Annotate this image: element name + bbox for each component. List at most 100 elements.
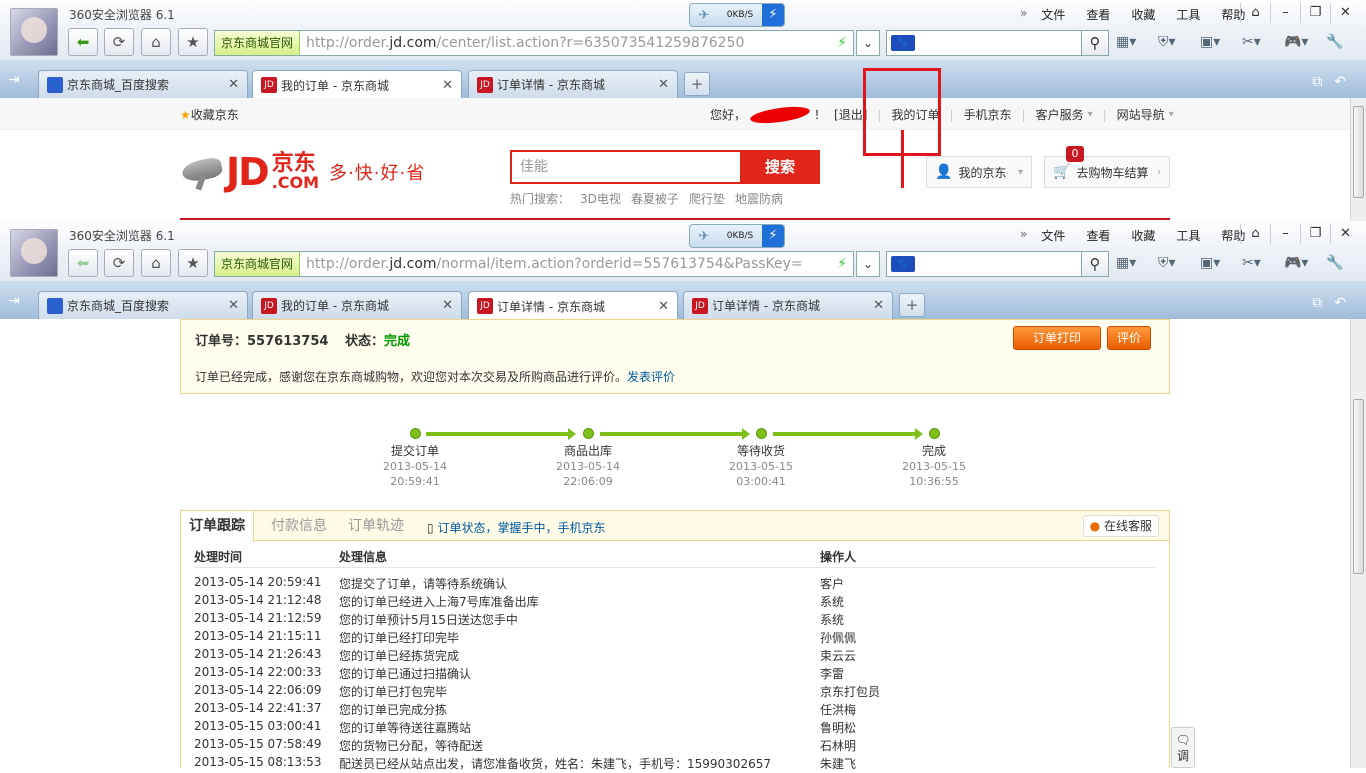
screenshot-icon[interactable]: ✂▾ bbox=[1242, 34, 1284, 50]
review-link[interactable]: 发表评价 bbox=[627, 370, 675, 384]
skin-icon[interactable]: ⌂ bbox=[1240, 3, 1270, 23]
go-lightning-icon[interactable]: ⚡ bbox=[837, 256, 853, 272]
jd-search-input[interactable]: 佳能 bbox=[510, 150, 740, 184]
scrollbar-thumb[interactable] bbox=[1353, 399, 1364, 574]
feedback-button[interactable]: 🗨 调 bbox=[1171, 727, 1195, 768]
menu-view[interactable]: 查看 bbox=[1086, 6, 1110, 23]
tab-order-detail-2[interactable]: JD 订单详情 - 京东商城 ✕ bbox=[683, 291, 893, 319]
settings-wrench-icon[interactable]: 🔧 bbox=[1326, 255, 1366, 271]
tab-baidu-search[interactable]: 🐾 京东商城_百度搜索 ✕ bbox=[38, 291, 248, 319]
search-engine-input[interactable]: 🐾 bbox=[886, 30, 1082, 56]
more-chevron-icon[interactable]: » bbox=[1020, 6, 1027, 23]
tab-order-trace[interactable]: 订单轨迹 bbox=[340, 511, 412, 541]
lightning-icon[interactable]: ⚡ bbox=[762, 225, 784, 247]
favorite-jd-link[interactable]: ★收藏京东 bbox=[180, 106, 239, 123]
undo-close-icon[interactable]: ↶ bbox=[1334, 74, 1346, 90]
tab-order-tracking[interactable]: 订单跟踪 bbox=[181, 511, 254, 542]
site-tag[interactable]: 京东商城官网 bbox=[215, 252, 301, 276]
tab-my-orders[interactable]: JD 我的订单 - 京东商城 ✕ bbox=[252, 291, 462, 319]
shield-icon[interactable]: ⛨▾ bbox=[1158, 255, 1200, 271]
close-icon[interactable]: ✕ bbox=[658, 77, 669, 92]
close-button[interactable]: ✕ bbox=[1330, 224, 1360, 244]
menu-tools[interactable]: 工具 bbox=[1176, 227, 1200, 244]
url-text[interactable]: http://order.jd.com/normal/item.action?o… bbox=[300, 256, 820, 272]
skin-icon[interactable]: ⌂ bbox=[1240, 224, 1270, 244]
scrollbar-thumb[interactable] bbox=[1353, 106, 1364, 198]
cart-button[interactable]: 🛒 去购物车结算 › bbox=[1044, 156, 1170, 188]
hot-search-item[interactable]: 爬行垫 bbox=[689, 190, 725, 207]
favorite-star-button[interactable]: ★ bbox=[178, 249, 208, 277]
hot-search-item[interactable]: 地震防病 bbox=[735, 190, 783, 207]
window-list-icon[interactable]: ⧉ bbox=[1312, 74, 1322, 90]
review-button[interactable]: 评价 bbox=[1107, 326, 1151, 350]
back-button[interactable]: ⬅ bbox=[68, 28, 98, 56]
settings-wrench-icon[interactable]: 🔧 bbox=[1326, 34, 1366, 50]
baidu-engine-icon[interactable]: 🐾 bbox=[891, 35, 915, 51]
shield-icon[interactable]: ⛨▾ bbox=[1158, 34, 1200, 50]
more-chevron-icon[interactable]: » bbox=[1020, 227, 1027, 244]
translate-icon[interactable]: ▣▾ bbox=[1200, 255, 1242, 271]
undo-close-icon[interactable]: ↶ bbox=[1334, 295, 1346, 311]
menu-view[interactable]: 查看 bbox=[1086, 227, 1110, 244]
minimize-button[interactable]: – bbox=[1270, 3, 1300, 23]
new-tab-button[interactable]: + bbox=[684, 72, 710, 96]
favorite-star-button[interactable]: ★ bbox=[178, 28, 208, 56]
address-dropdown-button[interactable]: ⌄ bbox=[856, 251, 880, 277]
close-icon[interactable]: ✕ bbox=[228, 77, 239, 92]
new-tab-button[interactable]: + bbox=[899, 293, 925, 317]
lightning-icon[interactable]: ⚡ bbox=[762, 4, 784, 26]
apps-icon[interactable]: ▦▾ bbox=[1116, 255, 1158, 271]
jd-search-button[interactable]: 搜索 bbox=[740, 150, 820, 184]
apps-icon[interactable]: ▦▾ bbox=[1116, 34, 1158, 50]
my-jd-button[interactable]: 👤 我的京东 ▾ bbox=[926, 156, 1032, 188]
search-engine-input[interactable]: 🐾 bbox=[886, 251, 1082, 277]
search-icon[interactable]: ⚲ bbox=[1081, 30, 1109, 56]
address-bar[interactable]: 京东商城官网 http://order.jd.com/center/list.a… bbox=[214, 30, 854, 56]
address-bar[interactable]: 京东商城官网 http://order.jd.com/normal/item.a… bbox=[214, 251, 854, 277]
close-icon[interactable]: ✕ bbox=[873, 298, 884, 313]
close-icon[interactable]: ✕ bbox=[658, 299, 669, 314]
go-lightning-icon[interactable]: ⚡ bbox=[837, 35, 853, 51]
close-icon[interactable]: ✕ bbox=[228, 298, 239, 313]
menu-favorites[interactable]: 收藏 bbox=[1131, 227, 1155, 244]
tab-baidu-search[interactable]: 🐾 京东商城_百度搜索 ✕ bbox=[38, 70, 248, 98]
menu-file[interactable]: 文件 bbox=[1041, 6, 1065, 23]
back-button[interactable]: ⬅ bbox=[68, 249, 98, 277]
network-speed-widget[interactable]: ✈ 0KB/S ⚡ bbox=[689, 3, 785, 27]
menu-favorites[interactable]: 收藏 bbox=[1131, 6, 1155, 23]
close-icon[interactable]: ✕ bbox=[442, 78, 453, 93]
url-text[interactable]: http://order.jd.com/center/list.action?r… bbox=[300, 35, 820, 51]
hot-search-item[interactable]: 3D电视 bbox=[580, 190, 621, 207]
address-dropdown-button[interactable]: ⌄ bbox=[856, 30, 880, 56]
menu-file[interactable]: 文件 bbox=[1041, 227, 1065, 244]
tab-payment-info[interactable]: 付款信息 bbox=[263, 511, 335, 541]
home-button[interactable]: ⌂ bbox=[141, 28, 171, 56]
customer-service-link[interactable]: 客户服务 bbox=[1036, 106, 1084, 123]
screenshot-icon[interactable]: ✂▾ bbox=[1242, 255, 1284, 271]
online-service-button[interactable]: ● 在线客服 bbox=[1082, 515, 1159, 537]
site-tag[interactable]: 京东商城官网 bbox=[215, 31, 301, 55]
translate-icon[interactable]: ▣▾ bbox=[1200, 34, 1242, 50]
gamepad-icon[interactable]: 🎮▾ bbox=[1284, 255, 1326, 271]
mobile-promo-link[interactable]: ▯ 订单状态，掌握手中，手机京东 bbox=[427, 519, 605, 536]
sidebar-toggle-icon[interactable]: ⇥ bbox=[8, 72, 20, 88]
sidebar-toggle-icon[interactable]: ⇥ bbox=[8, 293, 20, 309]
page-scrollbar[interactable] bbox=[1350, 98, 1366, 222]
search-icon[interactable]: ⚲ bbox=[1081, 251, 1109, 277]
hot-search-item[interactable]: 春夏被子 bbox=[631, 190, 679, 207]
site-nav-link[interactable]: 网站导航 bbox=[1117, 106, 1165, 123]
tab-my-orders[interactable]: JD 我的订单 - 京东商城 ✕ bbox=[252, 70, 462, 99]
user-avatar[interactable] bbox=[10, 8, 58, 56]
page-scrollbar[interactable] bbox=[1350, 319, 1366, 768]
gamepad-icon[interactable]: 🎮▾ bbox=[1284, 34, 1326, 50]
tab-order-detail[interactable]: JD 订单详情 - 京东商城 ✕ bbox=[468, 291, 678, 320]
network-speed-widget[interactable]: ✈ 0KB/S ⚡ bbox=[689, 224, 785, 248]
restore-button[interactable]: ❐ bbox=[1300, 224, 1330, 244]
refresh-button[interactable]: ⟳ bbox=[104, 28, 134, 56]
home-button[interactable]: ⌂ bbox=[141, 249, 171, 277]
jd-logo[interactable]: JD 京东 .COM 多·快·好·省 bbox=[180, 150, 425, 194]
user-avatar[interactable] bbox=[10, 229, 58, 277]
minimize-button[interactable]: – bbox=[1270, 224, 1300, 244]
refresh-button[interactable]: ⟳ bbox=[104, 249, 134, 277]
tab-order-detail[interactable]: JD 订单详情 - 京东商城 ✕ bbox=[468, 70, 678, 98]
